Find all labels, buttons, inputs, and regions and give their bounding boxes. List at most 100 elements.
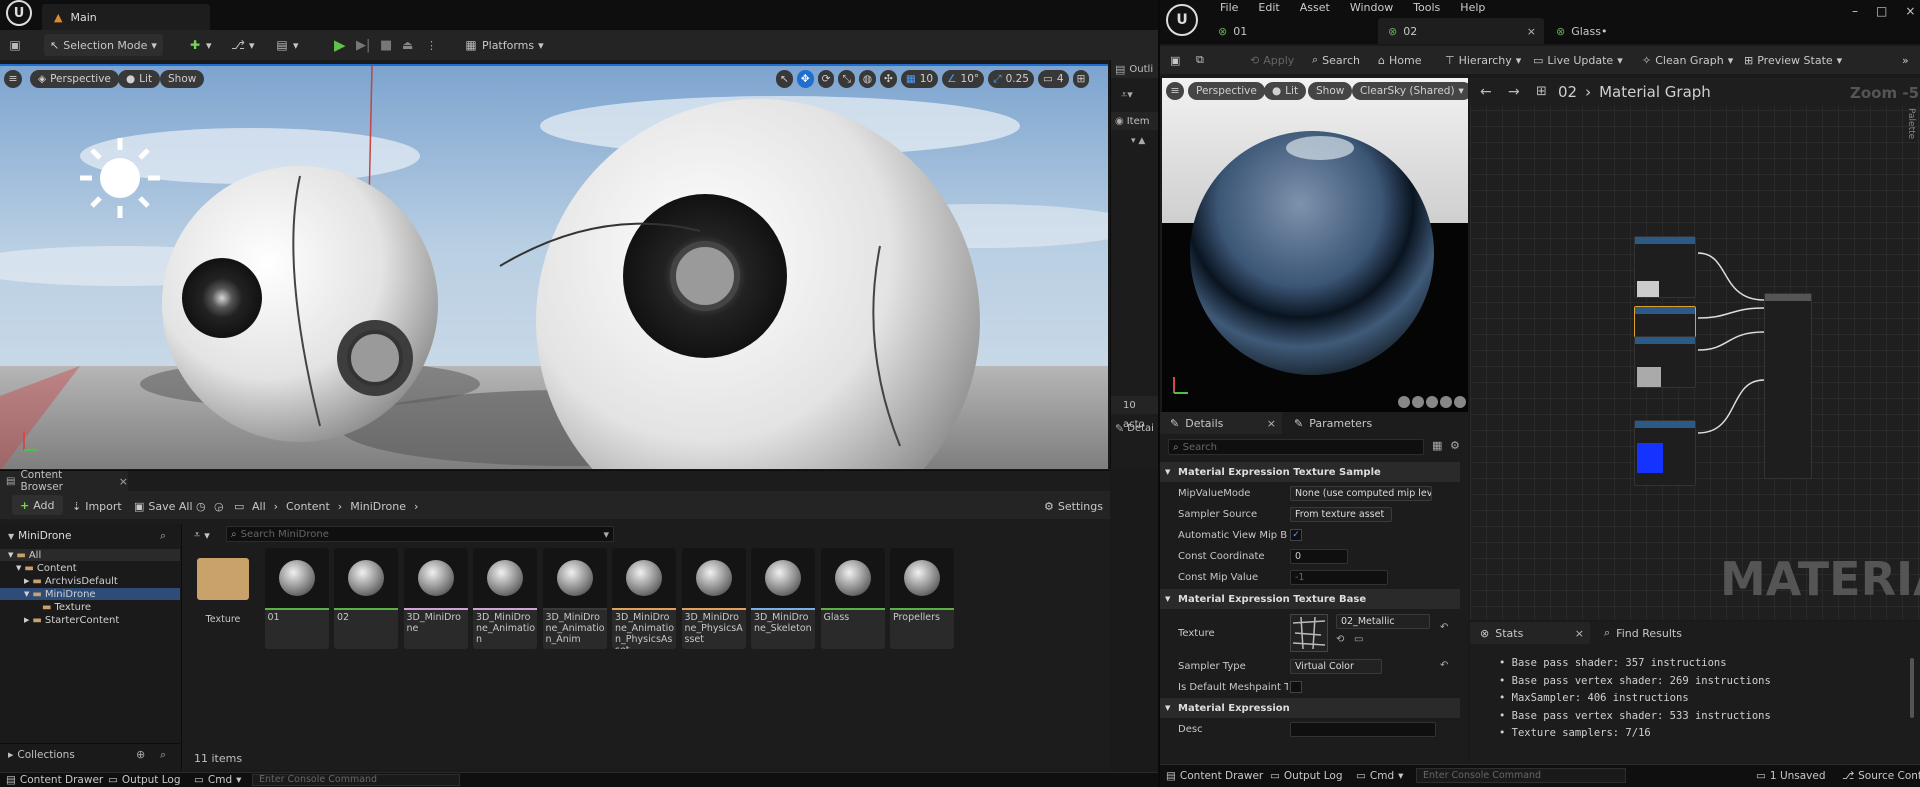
maximize-icon[interactable]: □ <box>1876 4 1887 18</box>
texture-sample-node[interactable] <box>1634 336 1696 388</box>
platforms-dropdown[interactable]: ▦ Platforms ▾ <box>464 34 543 56</box>
asset-tile[interactable]: Propellers <box>890 548 954 649</box>
reset-icon[interactable]: ↶ <box>1440 622 1448 633</box>
cmd-button[interactable]: ▭ Cmd ▾ <box>194 772 241 787</box>
asset-tile[interactable]: 3D_MiniDrone_Animation_Anim <box>542 548 607 649</box>
camera-speed-button[interactable]: ▭ 4 <box>1037 70 1069 88</box>
asset-tile[interactable]: 3D_MiniDrone_Animation_PhysicsAsset <box>612 548 676 649</box>
close-icon[interactable]: × <box>1575 627 1584 640</box>
viewport-options-button[interactable]: ≡ <box>4 70 22 88</box>
asset-tile[interactable]: 01 <box>264 548 329 649</box>
preview-perspective-button[interactable]: Perspective <box>1188 82 1265 100</box>
material-graph[interactable]: ← → ⊞ 02 › Material Graph Zoom -5 MATERI… <box>1470 78 1920 620</box>
outliner-filter-button[interactable]: ⩡▾ <box>1121 88 1133 102</box>
minimize-icon[interactable]: – <box>1852 4 1858 18</box>
step-button[interactable]: ▶| <box>356 34 370 56</box>
menu-asset[interactable]: Asset <box>1290 0 1340 16</box>
asset-search-input[interactable]: ⌕ Search MiniDrone ▾ <box>226 526 614 542</box>
cmd-button[interactable]: ▭ Cmd ▾ <box>1356 766 1403 786</box>
eject-button[interactable]: ⏏ <box>402 34 413 56</box>
settings-button[interactable]: ⚙ Settings <box>1044 495 1103 517</box>
preview-options-button[interactable]: ≡ <box>1166 82 1184 100</box>
source-control-button[interactable]: ⎇ Source Contr <box>1842 766 1920 786</box>
preview-sky-dropdown[interactable]: ClearSky (Shared) ▾ <box>1352 82 1468 100</box>
menu-tools[interactable]: Tools <box>1403 0 1450 16</box>
sampler-type-dropdown[interactable]: Virtual Color <box>1290 659 1382 674</box>
cinematics-button[interactable]: ▤ ▾ <box>275 34 298 56</box>
breadcrumb-all[interactable]: All <box>252 500 266 513</box>
select-tool-button[interactable]: ↖ <box>776 70 793 88</box>
teapot-icon[interactable] <box>1454 396 1466 408</box>
scale-snap-button[interactable]: ⤢ 0.25 <box>988 70 1034 88</box>
asset-tile[interactable]: 3D_MiniDrone_PhysicsAsset <box>681 548 746 649</box>
default-meshpaint-checkbox[interactable] <box>1290 681 1302 693</box>
parameters-tab[interactable]: ✎ Parameters <box>1284 412 1382 434</box>
add-button[interactable]: + Add <box>12 495 63 515</box>
blueprint-button[interactable]: ⎇ ▾ <box>231 34 254 56</box>
add-collection-icon[interactable]: ⊕ <box>136 748 145 761</box>
close-icon[interactable]: × <box>119 475 128 488</box>
apply-button[interactable]: ⟲ Apply <box>1250 49 1294 71</box>
play-button[interactable]: ▶ <box>334 34 346 56</box>
close-window-icon[interactable]: × <box>1905 4 1915 18</box>
asset-tile[interactable]: 3D_MiniDrone_Animation <box>473 548 537 649</box>
save-all-button[interactable]: ▣ Save All <box>134 495 193 517</box>
tree-item-all[interactable]: ▼ ▬ All <box>0 549 180 561</box>
const-mip-input[interactable]: -1 <box>1290 570 1388 585</box>
unreal-logo[interactable]: U <box>6 0 32 26</box>
gear-icon[interactable]: ⚙ <box>1450 439 1460 452</box>
directional-light-icon[interactable] <box>80 138 160 218</box>
desc-input[interactable] <box>1290 722 1436 737</box>
outliner-row[interactable]: ▾ ▲ <box>1131 136 1145 146</box>
collections-header[interactable]: ▶ Collections ⊕ ⌕ <box>0 743 180 765</box>
cylinder-icon[interactable] <box>1398 396 1410 408</box>
chevron-down-icon[interactable]: ▾ <box>603 528 609 541</box>
unsaved-button[interactable]: ▭ 1 Unsaved <box>1756 766 1826 786</box>
find-results-tab[interactable]: ⌕ Find Results <box>1594 622 1692 644</box>
scale-tool-button[interactable]: ⤡ <box>838 70 855 88</box>
reset-icon[interactable]: ↶ <box>1440 660 1448 671</box>
surface-snap-button[interactable]: ✣ <box>880 70 897 88</box>
browse-asset-button[interactable]: ⧉ <box>1196 49 1204 71</box>
stop-button[interactable]: ■ <box>380 34 392 56</box>
breadcrumb-minidrone[interactable]: MiniDrone <box>350 500 406 513</box>
stats-tab[interactable]: ⊗ Stats × <box>1470 622 1590 644</box>
search-button[interactable]: ⌕ Search <box>1312 49 1360 71</box>
texture-sample-node[interactable] <box>1634 236 1696 298</box>
asset-tile[interactable]: 3D_MiniDrone_Skeleton <box>751 548 815 649</box>
content-drawer-button[interactable]: ▤ Content Drawer <box>1166 766 1263 786</box>
rotate-snap-button[interactable]: ∠ 10° <box>942 70 985 88</box>
tree-item-startercontent[interactable]: ▶ ▬ StarterContent <box>0 614 180 626</box>
cube-icon[interactable] <box>1440 396 1452 408</box>
material-output-node[interactable] <box>1764 293 1812 479</box>
maximize-viewport-button[interactable]: ⊞ <box>1072 70 1090 88</box>
tree-item-texture[interactable]: ▬ Texture <box>0 601 180 613</box>
grid-snap-button[interactable]: ▦ 10 <box>900 70 939 88</box>
menu-file[interactable]: File <box>1210 0 1248 16</box>
import-button[interactable]: ⇣ Import <box>72 495 122 517</box>
const-coordinate-input[interactable]: 0 <box>1290 549 1348 564</box>
asset-tile[interactable]: 02 <box>334 548 398 649</box>
section-texture-sample[interactable]: ▼ Material Expression Texture Sample <box>1160 462 1460 482</box>
material-preview-viewport[interactable]: ≡ Perspective ● Lit Show ClearSky (Shared… <box>1162 78 1468 412</box>
section-material-expression[interactable]: ▼ Material Expression <box>1160 698 1460 718</box>
browse-icon[interactable]: ▭ <box>1354 634 1363 645</box>
tab-02[interactable]: ⊗ 02 × <box>1378 18 1544 44</box>
rotate-tool-button[interactable]: ⟳ <box>817 70 835 88</box>
preview-state-button[interactable]: ⊞ Preview State ▾ <box>1744 49 1842 71</box>
home-button[interactable]: ⌂ Home <box>1378 49 1421 71</box>
texture-sample-node[interactable] <box>1634 420 1696 486</box>
play-options-button[interactable]: ⋮ <box>426 34 437 56</box>
selection-mode-dropdown[interactable]: ↖ Selection Mode ▾ <box>44 34 163 56</box>
tree-item-content[interactable]: ▼ ▬ Content <box>0 562 180 574</box>
tree-item-archvis[interactable]: ▶ ▬ ArchvisDefault <box>0 575 180 587</box>
sampler-source-dropdown[interactable]: From texture asset <box>1290 507 1392 522</box>
eye-icon[interactable]: ◉ <box>1115 116 1124 127</box>
section-texture-base[interactable]: ▼ Material Expression Texture Base <box>1160 589 1460 609</box>
stats-scrollbar[interactable] <box>1910 658 1914 718</box>
texture-thumbnail[interactable] <box>1290 614 1328 652</box>
use-selected-icon[interactable]: ⟲ <box>1336 634 1344 645</box>
show-button[interactable]: Show <box>160 70 205 88</box>
plane-icon[interactable] <box>1426 396 1438 408</box>
level-viewport[interactable]: ≡ ◈ Perspective ● Lit Show ↖ ✥ ⟳ ⤡ ◍ ✣ ▦ 10… <box>0 64 1108 469</box>
